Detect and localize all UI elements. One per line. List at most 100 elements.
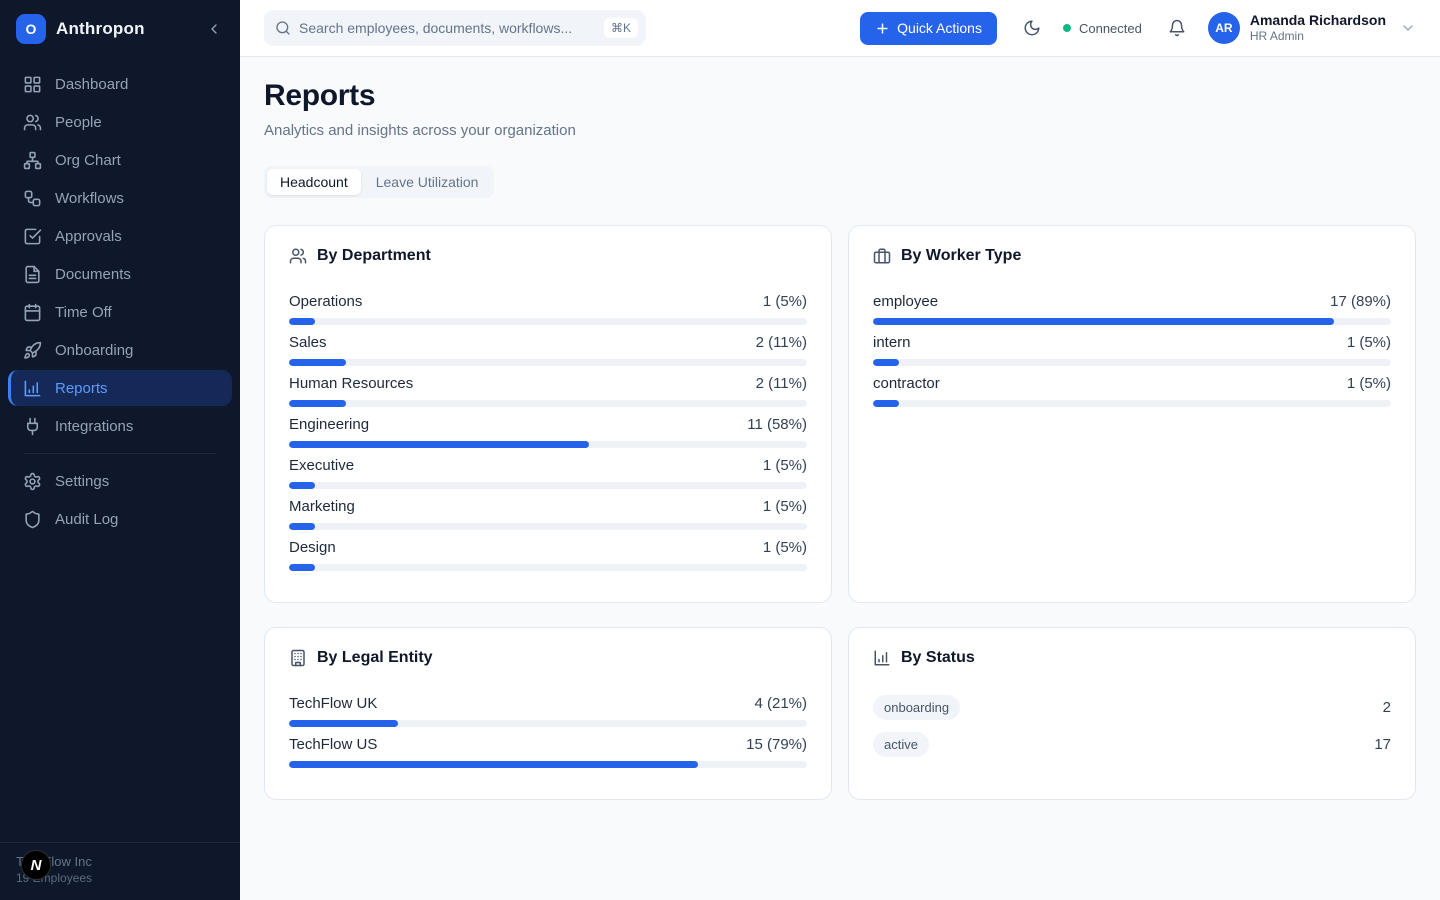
sidebar-item-onboarding[interactable]: Onboarding: [8, 332, 232, 368]
bar-chart-icon: [873, 649, 891, 667]
by-status-card: By Status onboarding 2 active 17: [848, 627, 1416, 800]
sidebar-item-label: Workflows: [55, 190, 124, 207]
reports-grid: By Department Operations1 (5%) Sales2 (1…: [264, 225, 1416, 800]
sidebar-item-approvals[interactable]: Approvals: [8, 218, 232, 254]
stat-row: TechFlow UK4 (21%): [289, 695, 807, 727]
stat-row: Human Resources2 (11%): [289, 375, 807, 407]
stat-row: Engineering11 (58%): [289, 416, 807, 448]
documents-icon: [23, 265, 42, 284]
report-tabs: Headcount Leave Utilization: [264, 166, 494, 198]
briefcase-icon: [873, 247, 891, 265]
sidebar-collapse-button[interactable]: [204, 19, 224, 39]
sidebar-item-integrations[interactable]: Integrations: [8, 408, 232, 444]
main-content: Reports Analytics and insights across yo…: [240, 0, 1440, 824]
global-search[interactable]: ⌘K: [264, 10, 646, 46]
page-subtitle: Analytics and insights across your organ…: [264, 122, 1416, 139]
stat-value: 15 (79%): [746, 736, 807, 753]
stat-value: 17 (89%): [1330, 293, 1391, 310]
sidebar-item-label: Reports: [55, 380, 108, 397]
sidebar-item-reports[interactable]: Reports: [8, 370, 232, 406]
stat-value: 1 (5%): [763, 457, 807, 474]
progress-bar: [289, 441, 807, 448]
sidebar-item-label: Time Off: [55, 304, 112, 321]
status-row: onboarding 2: [873, 695, 1391, 720]
quick-actions-button[interactable]: Quick Actions: [860, 12, 997, 45]
users-icon: [289, 247, 307, 265]
progress-bar: [289, 359, 807, 366]
search-icon: [275, 20, 291, 36]
calendar-icon: [23, 303, 42, 322]
topbar: ⌘K Quick Actions Connected AR Amanda Ric…: [240, 0, 1440, 57]
status-count: 2: [1383, 699, 1391, 716]
tab-headcount[interactable]: Headcount: [267, 169, 361, 195]
stat-row: Marketing1 (5%): [289, 498, 807, 530]
rocket-icon: [23, 341, 42, 360]
people-icon: [23, 113, 42, 132]
chevron-left-icon: [206, 21, 222, 37]
user-name: Amanda Richardson: [1250, 12, 1386, 29]
stat-label: employee: [873, 293, 938, 310]
plug-icon: [23, 417, 42, 436]
stat-value: 1 (5%): [1347, 334, 1391, 351]
gear-icon: [23, 472, 42, 491]
stat-row: Operations1 (5%): [289, 293, 807, 325]
progress-bar: [289, 482, 807, 489]
sidebar-item-audit-log[interactable]: Audit Log: [8, 501, 232, 537]
sidebar-item-label: Dashboard: [55, 76, 128, 93]
stat-label: Design: [289, 539, 336, 556]
sidebar-item-time-off[interactable]: Time Off: [8, 294, 232, 330]
nextjs-dev-badge[interactable]: N: [21, 850, 51, 880]
sidebar-item-settings[interactable]: Settings: [8, 463, 232, 499]
stat-label: Marketing: [289, 498, 355, 515]
sidebar-item-label: Onboarding: [55, 342, 133, 359]
stat-value: 1 (5%): [1347, 375, 1391, 392]
page-title: Reports: [264, 79, 1416, 113]
progress-bar: [289, 720, 807, 727]
connection-status: Connected: [1063, 21, 1142, 36]
stat-label: Engineering: [289, 416, 369, 433]
stat-label: Executive: [289, 457, 354, 474]
status-count: 17: [1374, 736, 1391, 753]
stat-label: TechFlow US: [289, 736, 377, 753]
notifications-button[interactable]: [1164, 15, 1190, 41]
stat-label: TechFlow UK: [289, 695, 377, 712]
bell-icon: [1168, 19, 1186, 37]
by-legal-entity-card: By Legal Entity TechFlow UK4 (21%) TechF…: [264, 627, 832, 800]
sidebar-item-workflows[interactable]: Workflows: [8, 180, 232, 216]
sidebar-item-org-chart[interactable]: Org Chart: [8, 142, 232, 178]
stat-row: Design 1 (5%): [289, 539, 807, 571]
stat-row: intern1 (5%): [873, 334, 1391, 366]
stat-value: 2 (11%): [756, 375, 807, 392]
chevron-down-icon: [1400, 20, 1416, 36]
sidebar-header: O Anthropon: [0, 0, 240, 58]
sidebar-divider: [24, 453, 216, 454]
stat-value: 1 (5%): [763, 539, 807, 556]
progress-bar: [289, 318, 807, 325]
sidebar-item-documents[interactable]: Documents: [8, 256, 232, 292]
sidebar-item-label: Integrations: [55, 418, 133, 435]
sidebar: O Anthropon Dashboard People Org Chart W…: [0, 0, 240, 900]
sidebar-item-people[interactable]: People: [8, 104, 232, 140]
quick-actions-label: Quick Actions: [897, 20, 982, 36]
progress-bar: [873, 318, 1391, 325]
search-input[interactable]: [299, 20, 596, 36]
card-header: By Legal Entity: [289, 649, 807, 667]
stat-label: Operations: [289, 293, 362, 310]
sidebar-item-dashboard[interactable]: Dashboard: [8, 66, 232, 102]
sidebar-nav: Dashboard People Org Chart Workflows App…: [0, 58, 240, 539]
app-name: Anthropon: [56, 19, 194, 39]
progress-bar: [289, 523, 807, 530]
reports-icon: [23, 379, 42, 398]
sidebar-item-label: Settings: [55, 473, 109, 490]
progress-bar: [289, 761, 807, 768]
user-info: Amanda Richardson HR Admin: [1250, 12, 1386, 44]
sidebar-item-label: Documents: [55, 266, 131, 283]
user-menu[interactable]: AR Amanda Richardson HR Admin: [1208, 12, 1416, 44]
card-header: By Status: [873, 649, 1391, 667]
progress-bar: [289, 564, 807, 571]
connection-status-label: Connected: [1079, 21, 1142, 36]
workflows-icon: [23, 189, 42, 208]
tab-leave-utilization[interactable]: Leave Utilization: [363, 169, 492, 195]
dark-mode-toggle[interactable]: [1019, 15, 1045, 41]
stat-row: contractor1 (5%): [873, 375, 1391, 407]
